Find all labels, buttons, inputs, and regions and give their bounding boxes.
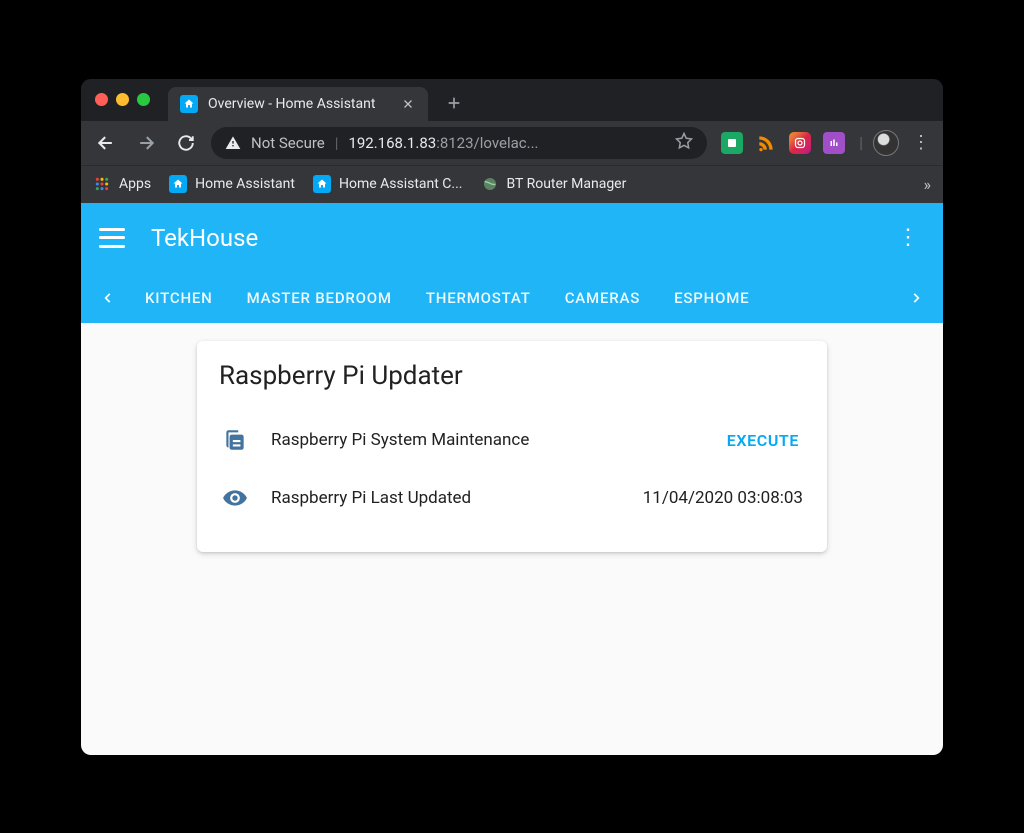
tab-title: Overview - Home Assistant (208, 96, 390, 112)
forward-button[interactable] (131, 128, 161, 158)
updater-card: Raspberry Pi Updater Raspberry Pi System… (197, 341, 827, 552)
minimize-window-button[interactable] (116, 93, 129, 106)
ha-tabs: KITCHEN MASTER BEDROOM THERMOSTAT CAMERA… (81, 273, 943, 323)
tab-cameras[interactable]: CAMERAS (551, 274, 654, 322)
not-secure-icon (225, 135, 241, 151)
eye-icon (221, 484, 249, 512)
overflow-menu-icon[interactable]: ⋮ (891, 225, 925, 250)
url-host: 192.168.1.83 (348, 134, 436, 152)
bookmarks-apps[interactable]: Apps (93, 175, 151, 193)
row-value: 11/04/2020 03:08:03 (643, 488, 803, 508)
omnibox-divider: | (335, 134, 339, 152)
reload-button[interactable] (171, 128, 201, 158)
new-tab-button[interactable] (440, 89, 468, 117)
extension-icon-green[interactable] (721, 132, 743, 154)
bookmarks-bar: Apps Home Assistant Home Assistant C... … (81, 165, 943, 203)
browser-tab[interactable]: Overview - Home Assistant (168, 87, 428, 121)
profile-avatar[interactable] (873, 130, 899, 156)
script-icon (221, 426, 249, 454)
home-assistant-icon (169, 175, 187, 193)
browser-toolbar: Not Secure | 192.168.1.83:8123/lovelac..… (81, 121, 943, 165)
tabs-scroll-left-icon[interactable] (91, 281, 125, 315)
fullscreen-window-button[interactable] (137, 93, 150, 106)
content-area: Raspberry Pi Updater Raspberry Pi System… (81, 323, 943, 755)
url-path: /lovelac... (474, 134, 539, 152)
window-controls (95, 93, 150, 106)
bookmark-star-icon[interactable] (675, 132, 693, 154)
bookmark-label: BT Router Manager (507, 176, 627, 192)
tab-master-bedroom[interactable]: MASTER BEDROOM (233, 274, 406, 322)
row-label: Raspberry Pi Last Updated (271, 488, 621, 508)
bookmark-bt-router[interactable]: BT Router Manager (481, 175, 627, 193)
tab-esphome[interactable]: ESPHOME (660, 274, 763, 322)
card-title: Raspberry Pi Updater (219, 361, 805, 391)
bookmark-label: Home Assistant (195, 176, 295, 192)
browser-window: Overview - Home Assistant Not Secure | (81, 79, 943, 755)
ha-topbar: TekHouse ⋮ (81, 203, 943, 273)
card-row-maintenance: Raspberry Pi System Maintenance EXECUTE (219, 411, 805, 470)
address-bar[interactable]: Not Secure | 192.168.1.83:8123/lovelac..… (211, 127, 707, 159)
tab-favicon-home-assistant-icon (180, 95, 198, 113)
extension-purple-icon[interactable] (823, 132, 845, 154)
page-content: TekHouse ⋮ KITCHEN MASTER BEDROOM THERMO… (81, 203, 943, 755)
apps-grid-icon (93, 175, 111, 193)
bookmark-home-assistant[interactable]: Home Assistant (169, 175, 295, 193)
tabs-scroll-right-icon[interactable] (899, 281, 933, 315)
tab-thermostat[interactable]: THERMOSTAT (412, 274, 545, 322)
row-label: Raspberry Pi System Maintenance (271, 430, 701, 450)
menu-icon[interactable] (99, 228, 125, 248)
extension-rss-icon[interactable] (755, 132, 777, 154)
url-text: 192.168.1.83:8123/lovelac... (348, 134, 665, 152)
bookmark-label: Home Assistant C... (339, 176, 463, 192)
tab-kitchen[interactable]: KITCHEN (131, 274, 227, 322)
url-port: :8123 (436, 134, 473, 152)
browser-menu-icon[interactable]: ⋮ (909, 132, 933, 153)
globe-icon (481, 175, 499, 193)
app-title: TekHouse (151, 224, 258, 252)
bookmarks-apps-label: Apps (119, 176, 151, 192)
tab-close-icon[interactable] (400, 96, 416, 112)
browser-tabbar: Overview - Home Assistant (81, 79, 943, 121)
not-secure-label: Not Secure (251, 134, 325, 152)
ha-header: TekHouse ⋮ KITCHEN MASTER BEDROOM THERMO… (81, 203, 943, 323)
card-row-last-updated[interactable]: Raspberry Pi Last Updated 11/04/2020 03:… (219, 470, 805, 526)
home-assistant-icon (313, 175, 331, 193)
extension-icons (721, 132, 845, 154)
back-button[interactable] (91, 128, 121, 158)
toolbar-separator: | (859, 133, 863, 152)
execute-button[interactable]: EXECUTE (723, 425, 803, 456)
extension-instagram-icon[interactable] (789, 132, 811, 154)
close-window-button[interactable] (95, 93, 108, 106)
bookmarks-overflow-icon[interactable]: » (924, 175, 932, 194)
bookmark-home-assistant-c[interactable]: Home Assistant C... (313, 175, 463, 193)
